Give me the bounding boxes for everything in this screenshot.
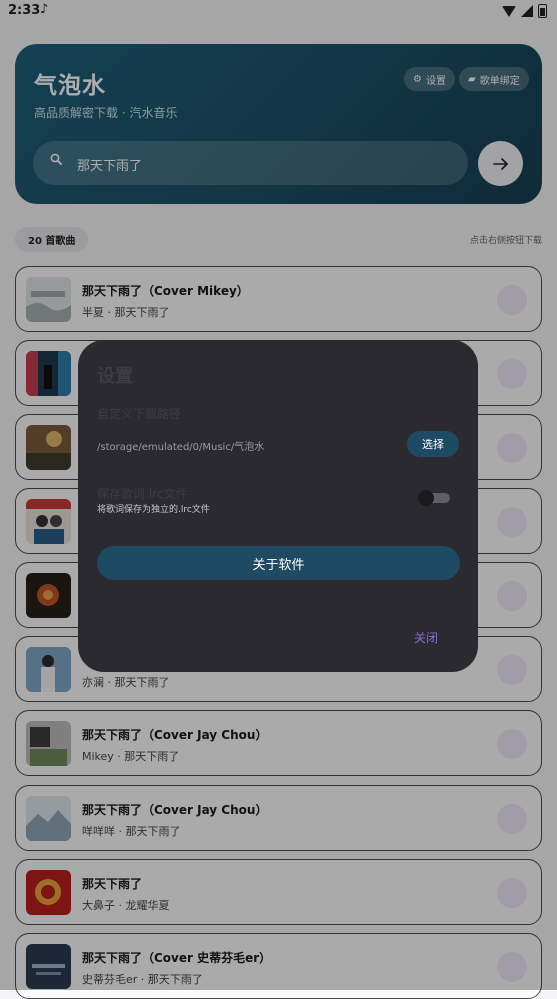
- save-lrc-description: 将歌词保存为独立的.lrc文件: [97, 505, 210, 515]
- download-path-value: /storage/emulated/0/Music/气泡水: [97, 442, 265, 453]
- close-button[interactable]: 关闭: [414, 629, 438, 646]
- toggle-thumb: [418, 490, 434, 506]
- settings-dialog: 设置 自定义下载路径 /storage/emulated/0/Music/气泡水…: [78, 340, 478, 672]
- save-lrc-toggle[interactable]: [418, 490, 450, 506]
- dialog-title: 设置: [97, 366, 133, 387]
- about-button[interactable]: 关于软件: [97, 546, 460, 580]
- download-path-label: 自定义下载路径: [97, 407, 182, 421]
- save-lrc-label: 保存歌词.lrc文件: [97, 487, 188, 501]
- choose-path-button[interactable]: 选择: [407, 431, 459, 457]
